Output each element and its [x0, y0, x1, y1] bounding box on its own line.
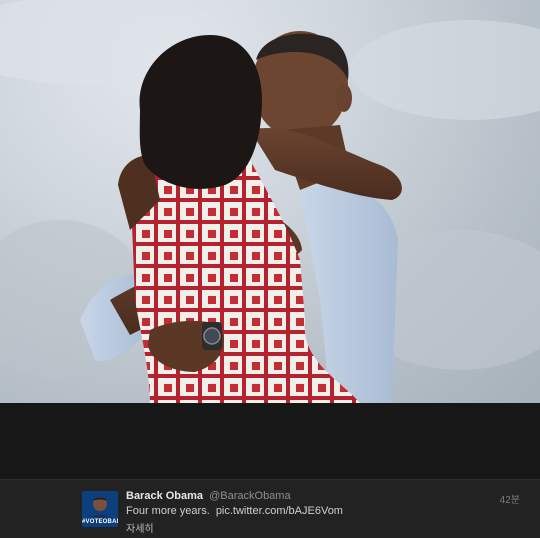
- author-line: Barack Obama @BarackObama: [126, 490, 291, 502]
- photo-letterbox: [0, 403, 540, 479]
- avatar[interactable]: #VOTEOBAMA: [82, 491, 118, 527]
- tweet-body: Four more years.: [126, 505, 210, 517]
- tweet-text: Four more years. pic.twitter.com/bAJE6Vo…: [126, 505, 343, 517]
- tweet-photo[interactable]: [0, 0, 540, 403]
- embrace-photo-illustration: [0, 0, 540, 403]
- avatar-badge: #VOTEOBAMA: [82, 519, 118, 525]
- author-handle[interactable]: @BarackObama: [209, 490, 290, 502]
- tweet-timestamp[interactable]: 42분: [500, 491, 520, 506]
- author-name[interactable]: Barack Obama: [126, 490, 203, 502]
- tweet-media-link[interactable]: pic.twitter.com/bAJE6Vom: [216, 505, 343, 517]
- details-link[interactable]: 자세히: [126, 520, 154, 535]
